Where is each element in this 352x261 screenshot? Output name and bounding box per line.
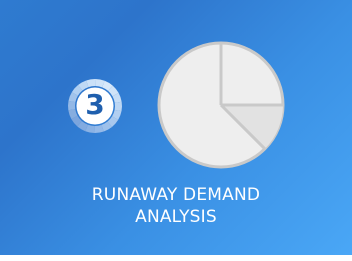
step-number: 3 bbox=[85, 88, 105, 121]
runaway-demand-analysis-tile[interactable]: 3 RUNAWAY DEMAND ANALYSIS bbox=[0, 0, 352, 255]
tile-title-line-1: RUNAWAY DEMAND bbox=[91, 185, 261, 205]
tile-title: RUNAWAY DEMAND ANALYSIS bbox=[0, 184, 352, 228]
step-badge: 3 bbox=[66, 77, 124, 135]
tile-title-line-2: ANALYSIS bbox=[135, 207, 217, 227]
pie-chart-icon bbox=[156, 40, 286, 170]
